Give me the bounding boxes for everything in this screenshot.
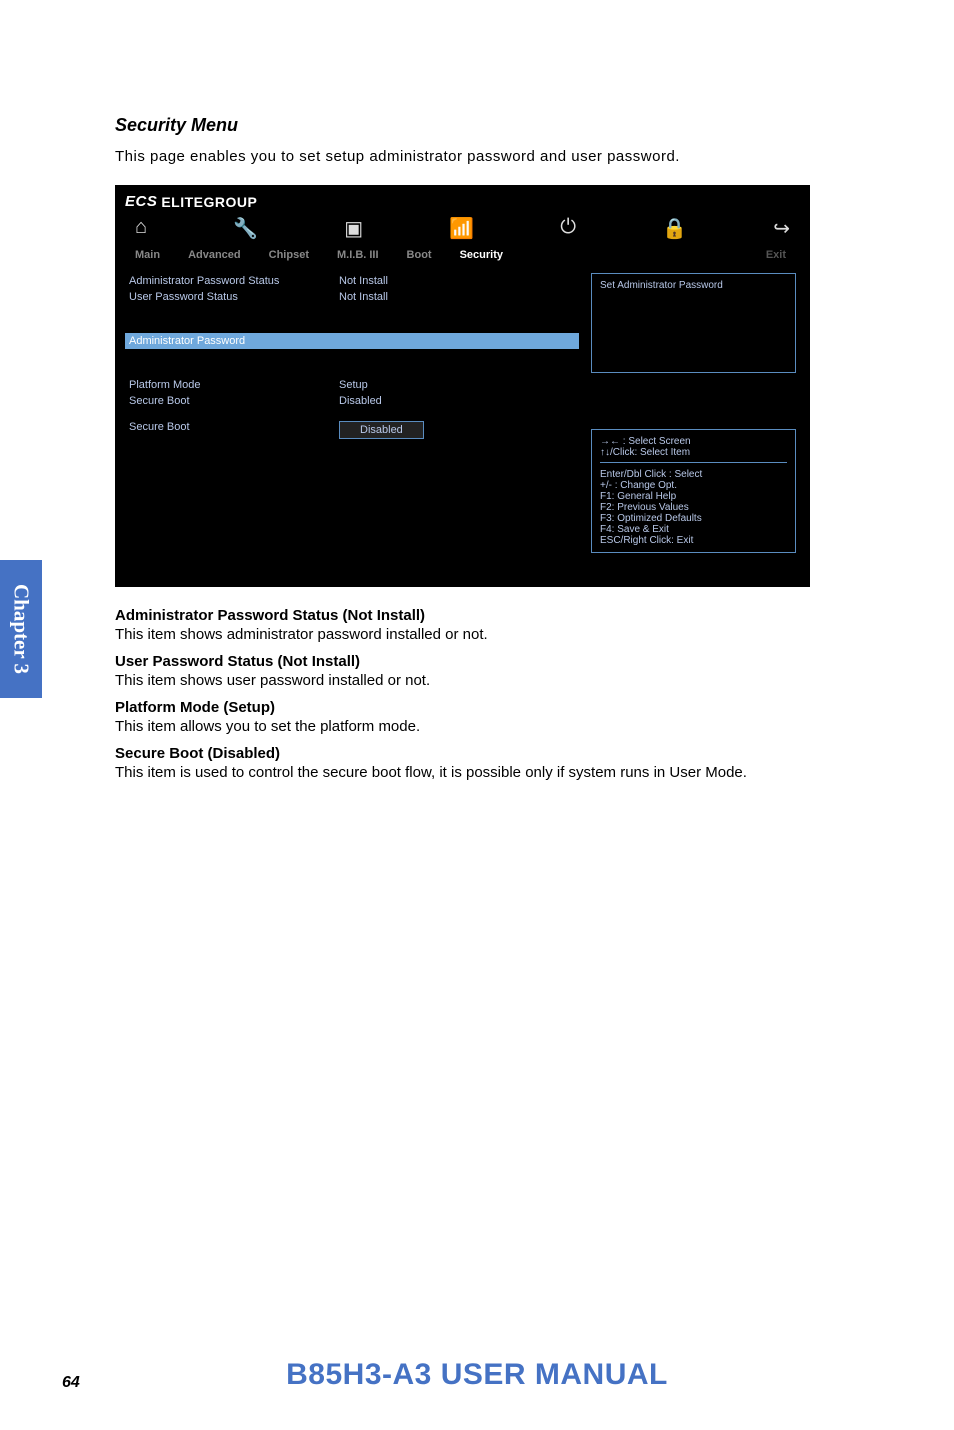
- page-number: 64: [62, 1374, 80, 1392]
- lock-icon[interactable]: 🔒: [662, 216, 687, 241]
- user-pw-status-value: Not Install: [339, 291, 579, 303]
- help-line-9: ESC/Right Click: Exit: [600, 535, 787, 546]
- secure-boot-value: Disabled: [339, 395, 579, 407]
- signal-icon[interactable]: 📶: [449, 216, 474, 241]
- help-line-3: Enter/Dbl Click : Select: [600, 469, 787, 480]
- home-icon[interactable]: ⌂: [135, 216, 147, 241]
- text-user-pw-status: This item shows user password installed …: [115, 672, 839, 689]
- tab-security[interactable]: Security: [460, 249, 503, 261]
- text-secure-boot: This item is used to control the secure …: [115, 764, 839, 781]
- help-line-6: F2: Previous Values: [600, 502, 787, 513]
- tab-boot[interactable]: Boot: [407, 249, 432, 261]
- row-user-pw-status: User Password Status Not Install: [129, 289, 579, 305]
- user-pw-status-label: User Password Status: [129, 291, 339, 303]
- help-box-top: Set Administrator Password: [591, 273, 796, 373]
- brand-name: ELITEGROUP: [161, 194, 257, 210]
- text-admin-pw-status: This item shows administrator password i…: [115, 626, 839, 643]
- heading-platform-mode: Platform Mode (Setup): [115, 699, 839, 716]
- exit-icon[interactable]: ↪: [773, 216, 790, 241]
- row-platform-mode: Platform Mode Setup: [129, 377, 579, 393]
- footer: B85H3-A3 USER MANUAL: [0, 1358, 954, 1392]
- admin-pw-status-value: Not Install: [339, 275, 579, 287]
- section-title: Security Menu: [115, 115, 839, 136]
- bios-tabs: Main Advanced Chipset M.I.B. III Boot Se…: [115, 243, 810, 267]
- tab-mib[interactable]: M.I.B. III: [337, 249, 379, 261]
- heading-user-pw-status: User Password Status (Not Install): [115, 653, 839, 670]
- intro-text: This page enables you to set setup admin…: [115, 148, 839, 165]
- tab-advanced[interactable]: Advanced: [188, 249, 241, 261]
- tab-chipset[interactable]: Chipset: [269, 249, 309, 261]
- power-icon[interactable]: ⏻: [560, 216, 576, 241]
- tab-main[interactable]: Main: [135, 249, 160, 261]
- bios-tab-icons: ⌂ 🔧 ▣ 📶 ⏻ 🔒 ↪: [115, 210, 810, 243]
- help-line-5: F1: General Help: [600, 491, 787, 502]
- help-top-text: Set Administrator Password: [600, 280, 787, 291]
- ecs-logo-text: ECS: [125, 193, 157, 210]
- tab-exit[interactable]: Exit: [766, 249, 786, 261]
- page-content: Security Menu This page enables you to s…: [0, 0, 954, 781]
- help-line-8: F4: Save & Exit: [600, 524, 787, 535]
- row-secure-boot-option[interactable]: Secure Boot Disabled: [129, 419, 579, 441]
- help-line-1: →← : Select Screen: [600, 436, 787, 447]
- admin-password-label: Administrator Password: [129, 335, 339, 347]
- help-line-2: ↑↓/Click: Select Item: [600, 447, 787, 458]
- row-admin-pw-status: Administrator Password Status Not Instal…: [129, 273, 579, 289]
- platform-mode-label: Platform Mode: [129, 379, 339, 391]
- footer-title: B85H3-A3 USER MANUAL: [0, 1358, 954, 1392]
- chapter-tab: Chapter 3: [0, 560, 42, 698]
- heading-secure-boot: Secure Boot (Disabled): [115, 745, 839, 762]
- row-secure-boot-status: Secure Boot Disabled: [129, 393, 579, 409]
- secure-boot-button[interactable]: Disabled: [339, 421, 424, 439]
- bios-left-panel: Administrator Password Status Not Instal…: [129, 273, 579, 561]
- bios-right-panel: Set Administrator Password →← : Select S…: [591, 273, 796, 561]
- heading-admin-pw-status: Administrator Password Status (Not Insta…: [115, 607, 839, 624]
- row-admin-password[interactable]: Administrator Password: [125, 333, 579, 349]
- chipset-icon[interactable]: ▣: [344, 216, 363, 241]
- secure-boot-option-label: Secure Boot: [129, 421, 339, 439]
- text-platform-mode: This item allows you to set the platform…: [115, 718, 839, 735]
- admin-pw-status-label: Administrator Password Status: [129, 275, 339, 287]
- help-line-4: +/- : Change Opt.: [600, 480, 787, 491]
- platform-mode-value: Setup: [339, 379, 579, 391]
- bios-brand-header: ECS ELITEGROUP: [115, 185, 810, 210]
- help-line-7: F3: Optimized Defaults: [600, 513, 787, 524]
- wrench-icon[interactable]: 🔧: [233, 216, 258, 241]
- bios-screenshot: ECS ELITEGROUP ⌂ 🔧 ▣ 📶 ⏻ 🔒 ↪ Main Advanc…: [115, 185, 810, 587]
- help-box-bottom: →← : Select Screen ↑↓/Click: Select Item…: [591, 429, 796, 553]
- secure-boot-label: Secure Boot: [129, 395, 339, 407]
- bios-body: Administrator Password Status Not Instal…: [115, 267, 810, 567]
